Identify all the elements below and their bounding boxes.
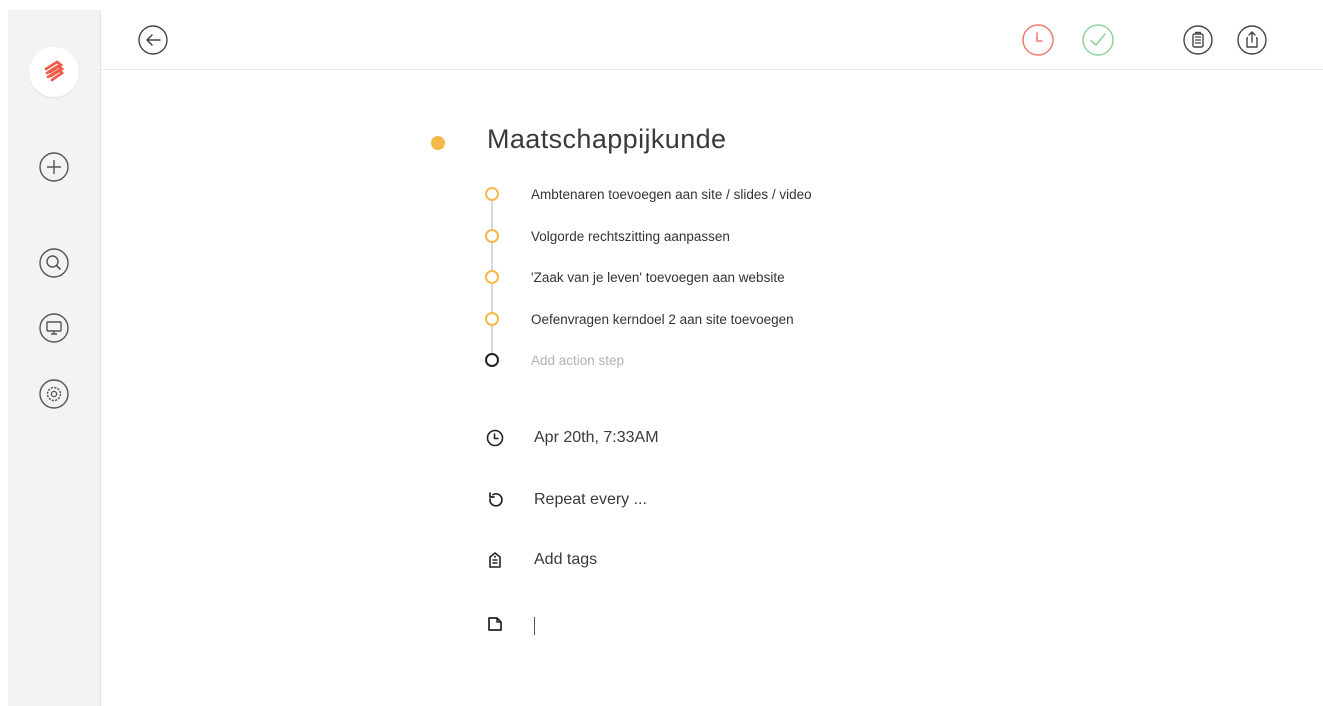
action-step[interactable]: Volgorde rechtszitting aanpassen: [485, 224, 730, 248]
repeat-icon: [485, 490, 505, 510]
add-action-step[interactable]: Add action step: [485, 348, 624, 372]
tag-icon: [485, 550, 505, 570]
check-icon: [1082, 24, 1114, 56]
step-checkbox[interactable]: [485, 312, 499, 326]
tags-text: Add tags: [534, 551, 598, 568]
due-date-row[interactable]: Apr 20th, 7:33AM: [485, 428, 659, 448]
step-checkbox[interactable]: [485, 229, 499, 243]
search-icon: [39, 248, 69, 278]
due-date-text: Apr 20th, 7:33AM: [534, 429, 659, 446]
search-button[interactable]: [37, 246, 71, 280]
step-label: Volgorde rechtszitting aanpassen: [531, 228, 730, 244]
step-checkbox[interactable]: [485, 187, 499, 201]
add-step-circle: [485, 353, 499, 367]
delete-button[interactable]: [1181, 23, 1215, 57]
settings-button[interactable]: [37, 377, 71, 411]
action-step[interactable]: Ambtenaren toevoegen aan site / slides /…: [485, 182, 812, 206]
complete-button[interactable]: [1081, 23, 1115, 57]
project-color-dot: [431, 136, 445, 150]
step-label: 'Zaak van je leven' toevoegen aan websit…: [531, 269, 785, 285]
project-detail: Maatschappijkunde Ambtenaren toevoegen a…: [101, 70, 1323, 706]
share-button[interactable]: [1235, 23, 1269, 57]
sidebar: [8, 10, 101, 706]
back-button[interactable]: [136, 23, 170, 57]
monitor-icon: [39, 313, 69, 343]
top-bar: [101, 10, 1323, 70]
note-input-caret[interactable]: [534, 617, 535, 635]
app-logo[interactable]: [29, 47, 79, 97]
note-icon: [485, 614, 505, 634]
project-title[interactable]: Maatschappijkunde: [487, 124, 726, 155]
logo-icon: [44, 60, 65, 82]
step-label: Oefenvragen kerndoel 2 aan site toevoege…: [531, 311, 794, 327]
plus-circle-icon: [39, 152, 69, 182]
repeat-text: Repeat every ...: [534, 491, 647, 508]
repeat-row[interactable]: Repeat every ...: [485, 490, 647, 510]
clock-icon: [485, 428, 505, 448]
arrow-left-icon: [138, 25, 168, 55]
clock-icon: [1022, 24, 1054, 56]
schedule-button[interactable]: [1021, 23, 1055, 57]
note-row[interactable]: [485, 614, 505, 634]
add-button[interactable]: [37, 150, 71, 184]
action-step[interactable]: 'Zaak van je leven' toevoegen aan websit…: [485, 265, 785, 289]
action-step[interactable]: Oefenvragen kerndoel 2 aan site toevoege…: [485, 307, 794, 331]
step-label: Ambtenaren toevoegen aan site / slides /…: [531, 186, 812, 202]
monitor-button[interactable]: [37, 311, 71, 345]
share-icon: [1237, 25, 1267, 55]
tags-row[interactable]: Add tags: [485, 550, 597, 570]
step-checkbox[interactable]: [485, 270, 499, 284]
add-step-input[interactable]: Add action step: [531, 353, 624, 368]
gear-icon: [39, 379, 69, 409]
trash-icon: [1183, 25, 1213, 55]
